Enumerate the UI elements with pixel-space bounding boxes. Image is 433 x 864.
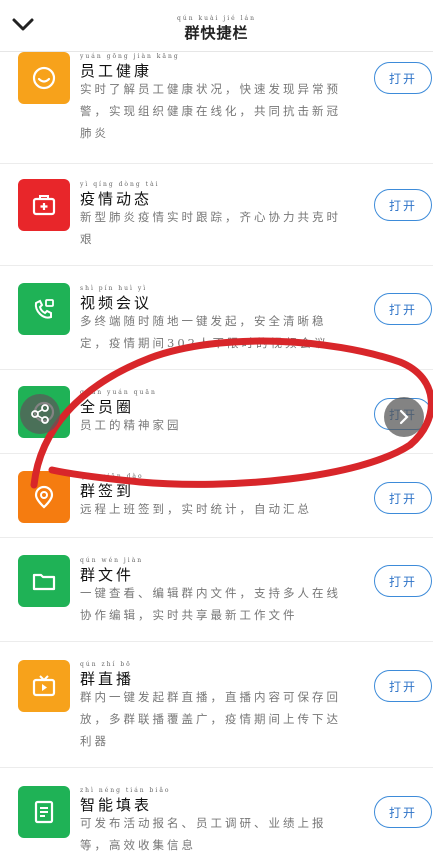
medical-kit-icon — [18, 179, 70, 231]
item-name: qún qiān dào 群签到 — [80, 474, 144, 501]
open-button[interactable]: 打开 — [374, 796, 432, 828]
folder-icon — [18, 555, 70, 607]
page-title: qún kuài jié lán 群快捷栏 — [0, 16, 433, 43]
list-item-epidemic-news: yì qíng dòng tài 疫情动态 新型肺炎疫情实时跟踪，齐心协力共克时… — [0, 164, 433, 266]
open-button[interactable]: 打开 — [374, 565, 432, 597]
list-item-video-meeting: shì pín huì yì 视频会议 多终端随时随地一键发起，安全清晰稳定，疫… — [0, 266, 433, 370]
item-description: 实时了解员工健康状况，快速发现异常预警，实现组织健康在线化，共同抗击新冠肺炎 — [80, 82, 341, 140]
item-name: yuán gōng jiàn kāng 员工健康 — [80, 54, 180, 81]
list-item-all-staff-circle: quán yuán quān 全员圈 员工的精神家园 打开 — [0, 370, 433, 454]
page-title-text: 群快捷栏 — [184, 24, 249, 42]
item-name: shì pín huì yì 视频会议 — [80, 286, 152, 313]
share-nodes-icon[interactable] — [20, 394, 60, 434]
item-name: zhì néng tián biǎo 智能填表 — [80, 788, 171, 815]
chevron-right-icon[interactable] — [384, 397, 424, 437]
open-button[interactable]: 打开 — [374, 482, 432, 514]
item-description: 新型肺炎疫情实时跟踪，齐心协力共克时艰 — [80, 210, 341, 246]
item-description: 远程上班签到，实时统计，自动汇总 — [80, 502, 312, 516]
list-item-group-live: qún zhí bō 群直播 群内一键发起群直播，直播内容可保存回放，多群联播覆… — [0, 642, 433, 768]
list-item-employee-health: yuán gōng jiàn kāng 员工健康 实时了解员工健康状况，快速发现… — [0, 52, 433, 164]
item-description: 可发布活动报名、员工调研、业绩上报等，高效收集信息 — [80, 816, 327, 852]
item-name: qún zhí bō 群直播 — [80, 662, 134, 689]
list-item-group-checkin: qún qiān dào 群签到 远程上班签到，实时统计，自动汇总 打开 — [0, 454, 433, 538]
item-name-pinyin: yì qíng dòng tài — [80, 181, 160, 188]
item-name-pinyin: qún qiān dào — [80, 473, 144, 480]
item-name: qún wén jiàn 群文件 — [80, 558, 143, 585]
item-name-pinyin: quán yuán quān — [80, 389, 157, 396]
item-description: 多终端随时随地一键发起，安全清晰稳定，疫情期间302人不限时的视频会议 — [80, 314, 329, 350]
list-item-smart-form: zhì néng tián biǎo 智能填表 可发布活动报名、员工调研、业绩上… — [0, 768, 433, 864]
item-description: 员工的精神家园 — [80, 418, 182, 432]
item-name-pinyin: shì pín huì yì — [80, 285, 148, 292]
page-title-pinyin: qún kuài jié lán — [177, 15, 256, 22]
item-name-pinyin: yuán gōng jiàn kāng — [80, 53, 180, 60]
item-description: 一键查看、编辑群内文件，支持多人在线协作编辑，实时共享最新工作文件 — [80, 586, 341, 622]
item-name: yì qíng dòng tài 疫情动态 — [80, 182, 160, 209]
item-name-pinyin: qún wén jiàn — [80, 557, 144, 564]
tv-play-icon — [18, 660, 70, 712]
open-button[interactable]: 打开 — [374, 62, 432, 94]
item-description: 群内一键发起群直播，直播内容可保存回放，多群联播覆盖广，疫情期间上传下达利器 — [80, 690, 341, 748]
item-name: quán yuán quān 全员圈 — [80, 390, 157, 417]
header-bar: qún kuài jié lán 群快捷栏 — [0, 0, 433, 52]
open-button[interactable]: 打开 — [374, 293, 432, 325]
open-button[interactable]: 打开 — [374, 189, 432, 221]
item-name-pinyin: zhì néng tián biǎo — [80, 787, 171, 794]
smile-heart-icon — [18, 52, 70, 104]
open-button[interactable]: 打开 — [374, 670, 432, 702]
item-name-pinyin: qún zhí bō — [80, 661, 132, 668]
location-pin-icon — [18, 471, 70, 523]
video-call-icon — [18, 283, 70, 335]
form-icon — [18, 786, 70, 838]
list-item-group-files: qún wén jiàn 群文件 一键查看、编辑群内文件，支持多人在线协作编辑，… — [0, 538, 433, 642]
